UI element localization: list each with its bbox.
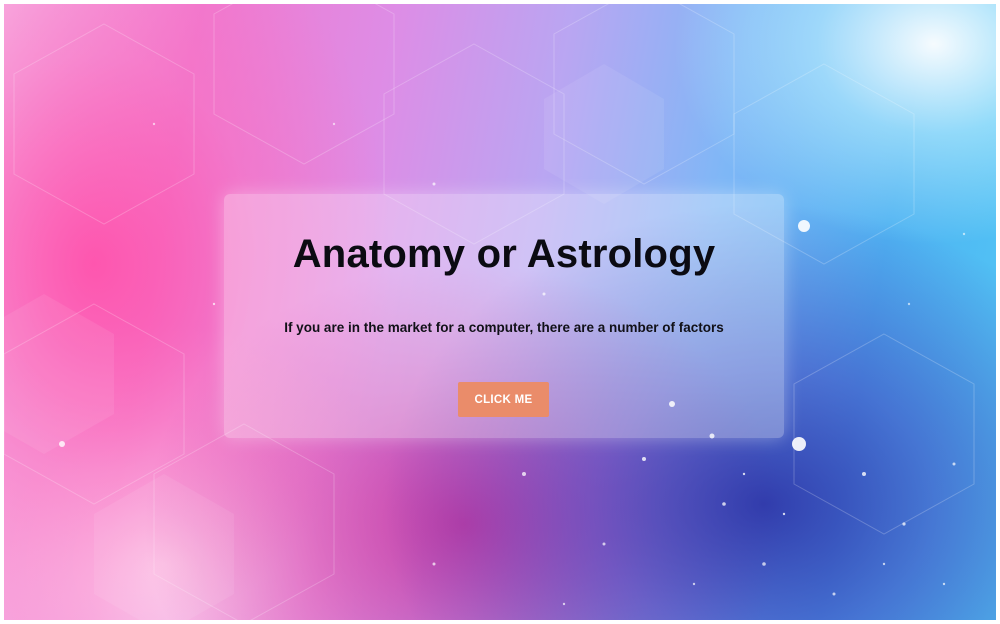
hero-subtitle: If you are in the market for a computer,…	[284, 320, 724, 335]
hero-title: Anatomy or Astrology	[292, 232, 716, 276]
hero-background: Anatomy or Astrology If you are in the m…	[4, 4, 996, 620]
hero-card: Anatomy or Astrology If you are in the m…	[224, 194, 784, 438]
click-me-button[interactable]: CLICK ME	[458, 382, 549, 417]
